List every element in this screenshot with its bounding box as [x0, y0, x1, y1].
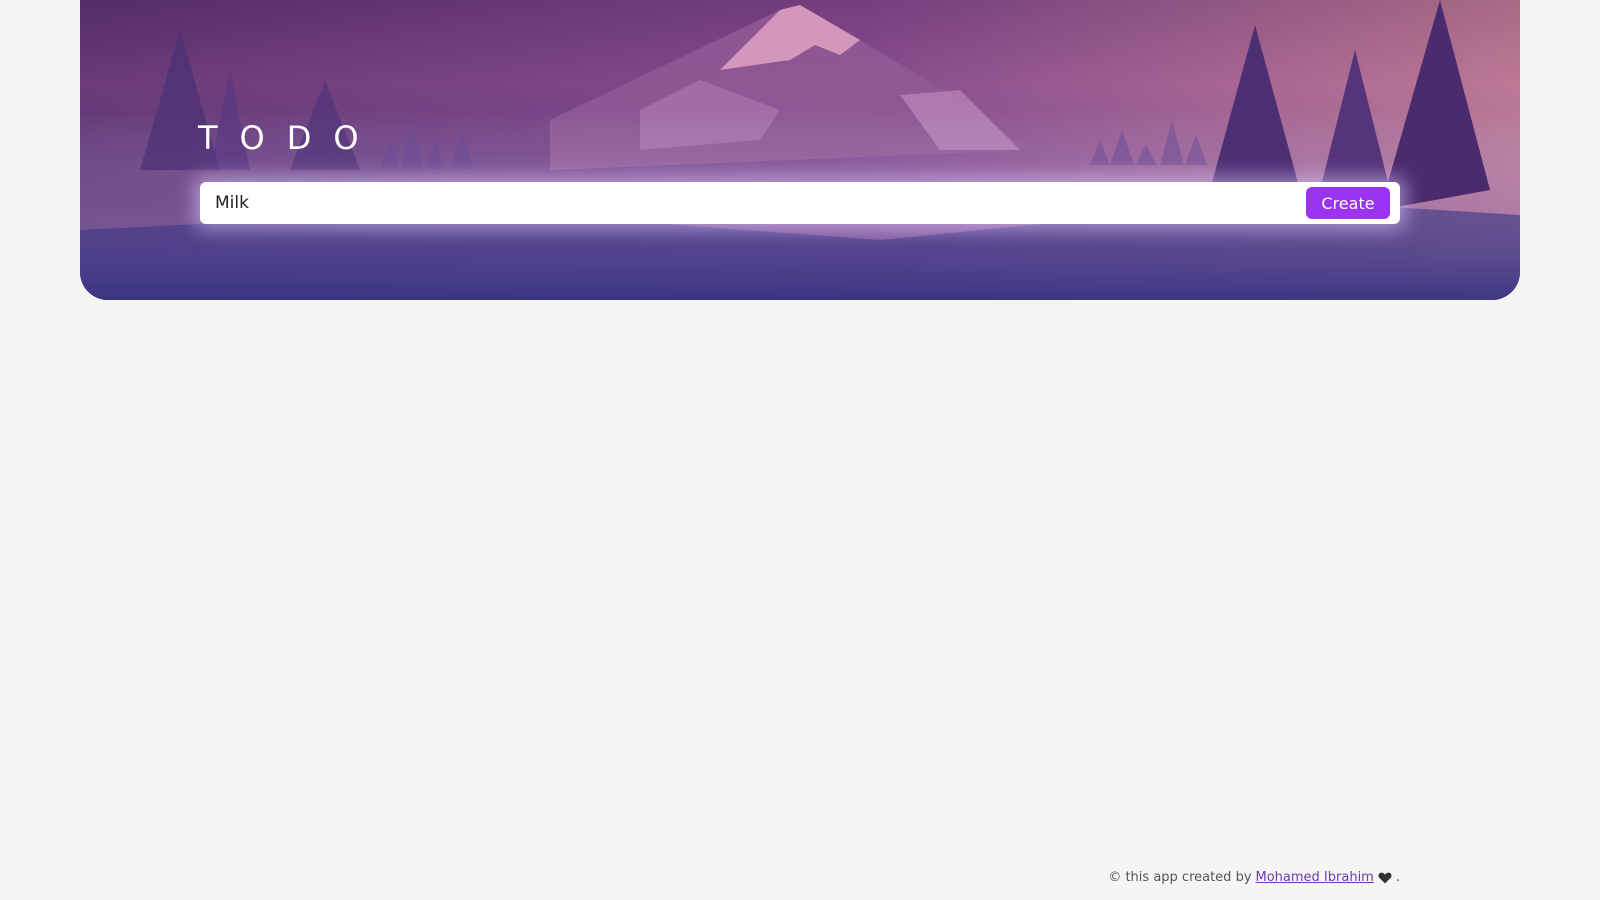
- create-button[interactable]: Create: [1306, 187, 1390, 219]
- footer-credit-text: © this app created by: [1108, 870, 1252, 885]
- page-title: TODO: [198, 119, 381, 157]
- todo-form: Create: [200, 182, 1400, 224]
- heart-icon: [1378, 872, 1392, 884]
- footer: © this app created by Mohamed Ibrahim .: [1108, 870, 1400, 885]
- todo-input[interactable]: [215, 182, 1306, 224]
- footer-suffix: .: [1395, 870, 1400, 885]
- page: TODO Create © this app created by Mohame…: [0, 0, 1600, 900]
- hero-banner: TODO Create: [80, 0, 1520, 300]
- author-link[interactable]: Mohamed Ibrahim: [1256, 870, 1374, 885]
